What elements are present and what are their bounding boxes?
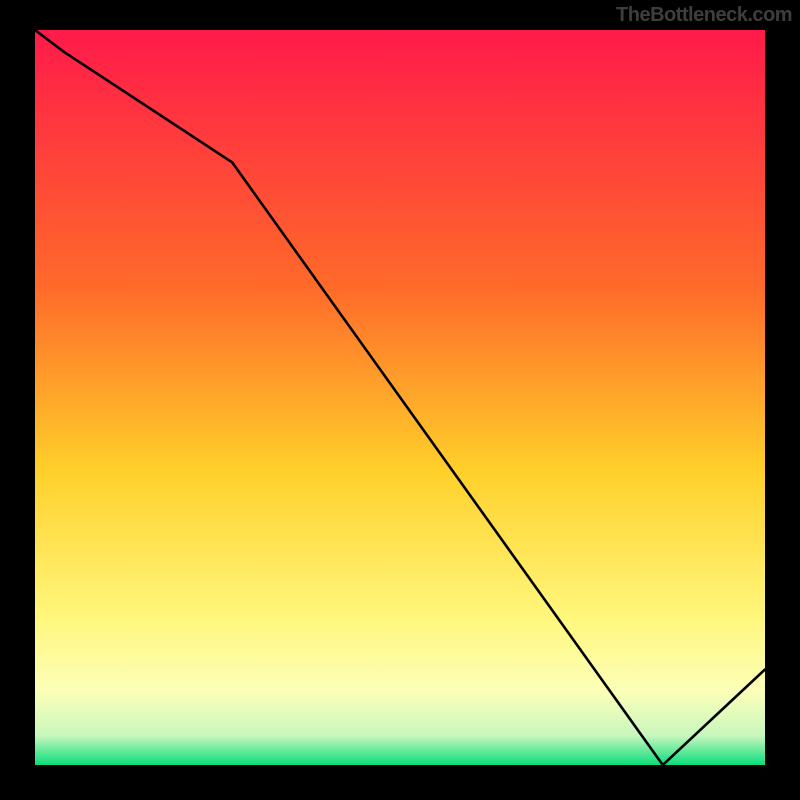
plot-area (35, 30, 765, 765)
watermark-label: TheBottleneck.com (616, 4, 792, 27)
chart-container: TheBottleneck.com (0, 0, 800, 800)
chart-svg (35, 30, 765, 765)
